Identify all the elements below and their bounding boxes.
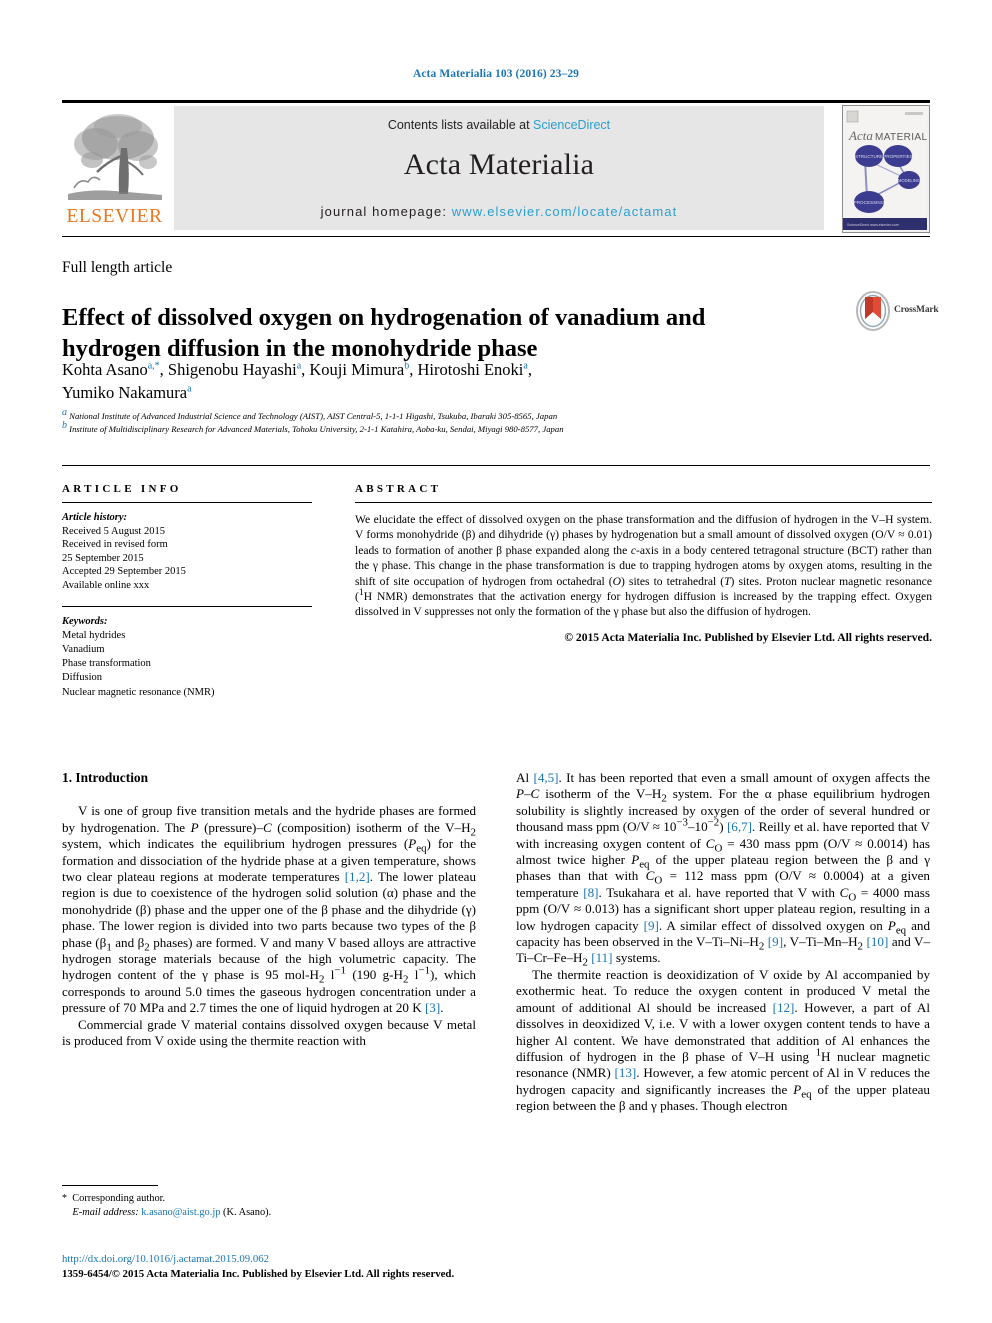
author-name: Hirotoshi Enoki [417, 360, 524, 379]
journal-homepage-line: journal homepage: www.elsevier.com/locat… [174, 204, 824, 219]
article-info-heading: ARTICLE INFO [62, 483, 182, 495]
page-footer: http://dx.doi.org/10.1016/j.actamat.2015… [62, 1252, 562, 1281]
crossmark-badge[interactable]: CrossMark [856, 291, 940, 337]
keyword-item: Nuclear magnetic resonance (NMR) [62, 686, 215, 698]
svg-text:STRUCTURE: STRUCTURE [855, 154, 883, 159]
email-owner: (K. Asano). [223, 1207, 272, 1218]
keyword-item: Metal hydrides [62, 629, 126, 641]
svg-text:MODELING: MODELING [898, 178, 920, 183]
masthead-top-rule [62, 100, 930, 103]
affiliation-marker: a [62, 407, 67, 419]
keywords-label: Keywords: [62, 615, 108, 627]
sciencedirect-link[interactable]: ScienceDirect [533, 118, 610, 132]
svg-text:PROPERTIES: PROPERTIES [883, 154, 913, 159]
section-heading-introduction: 1. Introduction [62, 770, 149, 785]
author-affiliation-marker: b [404, 360, 410, 372]
author-affiliation-marker: a, [147, 360, 155, 372]
author-name: Yumiko Nakamura [62, 383, 188, 402]
abstract-heading: ABSTRACT [355, 483, 442, 495]
body-right-text: Al [4,5]. It has been reported that even… [516, 770, 931, 1114]
history-item: Received 5 August 2015 [62, 525, 165, 537]
asterisk-icon: * [62, 1193, 67, 1204]
affiliation-text: National Institute of Advanced Industria… [69, 411, 558, 421]
footnote-rule [62, 1185, 158, 1186]
article-history: Article history: Received 5 August 2015 … [62, 511, 312, 593]
author-name: Shigenobu Hayashi [167, 360, 297, 379]
svg-text:PROCESSING: PROCESSING [854, 200, 885, 205]
article-type-label: Full length article [62, 259, 173, 276]
affiliation-text: Institute of Multidisciplinary Research … [69, 424, 564, 434]
history-item: 25 September 2015 [62, 552, 144, 564]
history-item: Accepted 29 September 2015 [62, 566, 186, 578]
history-item: Available online xxx [62, 579, 150, 591]
corresponding-author-text: Corresponding author. [72, 1193, 166, 1204]
author-affiliation-marker: a [296, 360, 302, 372]
email-label: E-mail address: [72, 1207, 139, 1218]
corresponding-author-footnote: * Corresponding author. E-mail address: … [62, 1192, 482, 1220]
svg-text:Acta: Acta [848, 128, 873, 143]
affiliation-b: b Institute of Multidisciplinary Researc… [62, 420, 932, 435]
svg-text:ScienceDirect www.elsevier.co: ScienceDirect www.elsevier.com [847, 223, 899, 227]
body-column-left: 1. Introduction V is one of group five t… [62, 770, 476, 1050]
keyword-item: Vanadium [62, 643, 105, 655]
journal-masthead: ELSEVIER Contents lists available at Sci… [62, 100, 930, 233]
homepage-prefix: journal homepage: [320, 204, 452, 219]
author-affiliation-marker: a [187, 383, 192, 395]
info-section-top-rule [62, 465, 930, 466]
crossmark-icon [856, 291, 890, 331]
keywords-list: Keywords: Metal hydrides Vanadium Phase … [62, 615, 312, 700]
keyword-item: Phase transformation [62, 658, 151, 670]
elsevier-tree-icon [68, 114, 162, 200]
journal-info-band: Contents lists available at ScienceDirec… [174, 106, 824, 230]
affiliation-a: a National Institute of Advanced Industr… [62, 407, 932, 422]
journal-title: Acta Materialia [403, 148, 595, 181]
abstract-copyright: © 2015 Acta Materialia Inc. Published by… [564, 630, 932, 644]
body-left-text: V is one of group five transition metals… [62, 803, 477, 1049]
abstract-column: ABSTRACT We elucidate the effect of diss… [355, 483, 932, 644]
article-info-divider [62, 502, 312, 503]
elsevier-wordmark: ELSEVIER [66, 206, 163, 227]
keyword-item: Diffusion [62, 672, 103, 684]
author-name: Kouji Mimura [309, 360, 405, 379]
contents-prefix: Contents lists available at [387, 118, 534, 132]
body-column-right: Al [4,5]. It has been reported that even… [516, 770, 930, 1115]
masthead-bottom-rule [62, 236, 930, 237]
affiliation-marker: b [62, 420, 67, 432]
doi-link[interactable]: http://dx.doi.org/10.1016/j.actamat.2015… [62, 1252, 562, 1267]
author-list: Kohta Asanoa,*, Shigenobu Hayashia, Kouj… [62, 360, 532, 402]
journal-cover-image: Acta MATERIALIA STRUCTURE PROPERTIES MOD… [843, 106, 929, 230]
svg-text:MATERIALIA: MATERIALIA [875, 132, 927, 143]
running-head: Acta Materialia 103 (2016) 23–29 [412, 68, 580, 80]
article-info-column: ARTICLE INFO Article history: Received 5… [62, 483, 312, 700]
abstract-divider [355, 502, 932, 503]
issn-copyright-line: 1359-6454/© 2015 Acta Materialia Inc. Pu… [62, 1267, 455, 1280]
journal-homepage-link[interactable]: www.elsevier.com/locate/actamat [452, 204, 678, 219]
history-item: Received in revised form [62, 539, 168, 551]
keywords-divider [62, 605, 312, 607]
author-affiliation-marker: a [523, 360, 528, 372]
article-history-label: Article history: [62, 512, 128, 523]
author-name: Kohta Asano [62, 360, 148, 379]
elsevier-logo: ELSEVIER [62, 106, 167, 230]
page-title: Effect of dissolved oxygen on hydrogenat… [62, 304, 706, 363]
corresponding-author-marker: * [154, 360, 160, 372]
abstract-text: We elucidate the effect of dissolved oxy… [355, 513, 932, 619]
crossmark-label: CrossMark [894, 305, 939, 315]
journal-article-page: Acta Materialia 103 (2016) 23–29 ELSEVIE… [0, 0, 992, 1323]
contents-available-line: Contents lists available at ScienceDirec… [174, 118, 824, 132]
email-link[interactable]: k.asano@aist.go.jp [141, 1207, 220, 1218]
journal-cover-thumbnail: Acta MATERIALIA STRUCTURE PROPERTIES MOD… [842, 105, 930, 233]
